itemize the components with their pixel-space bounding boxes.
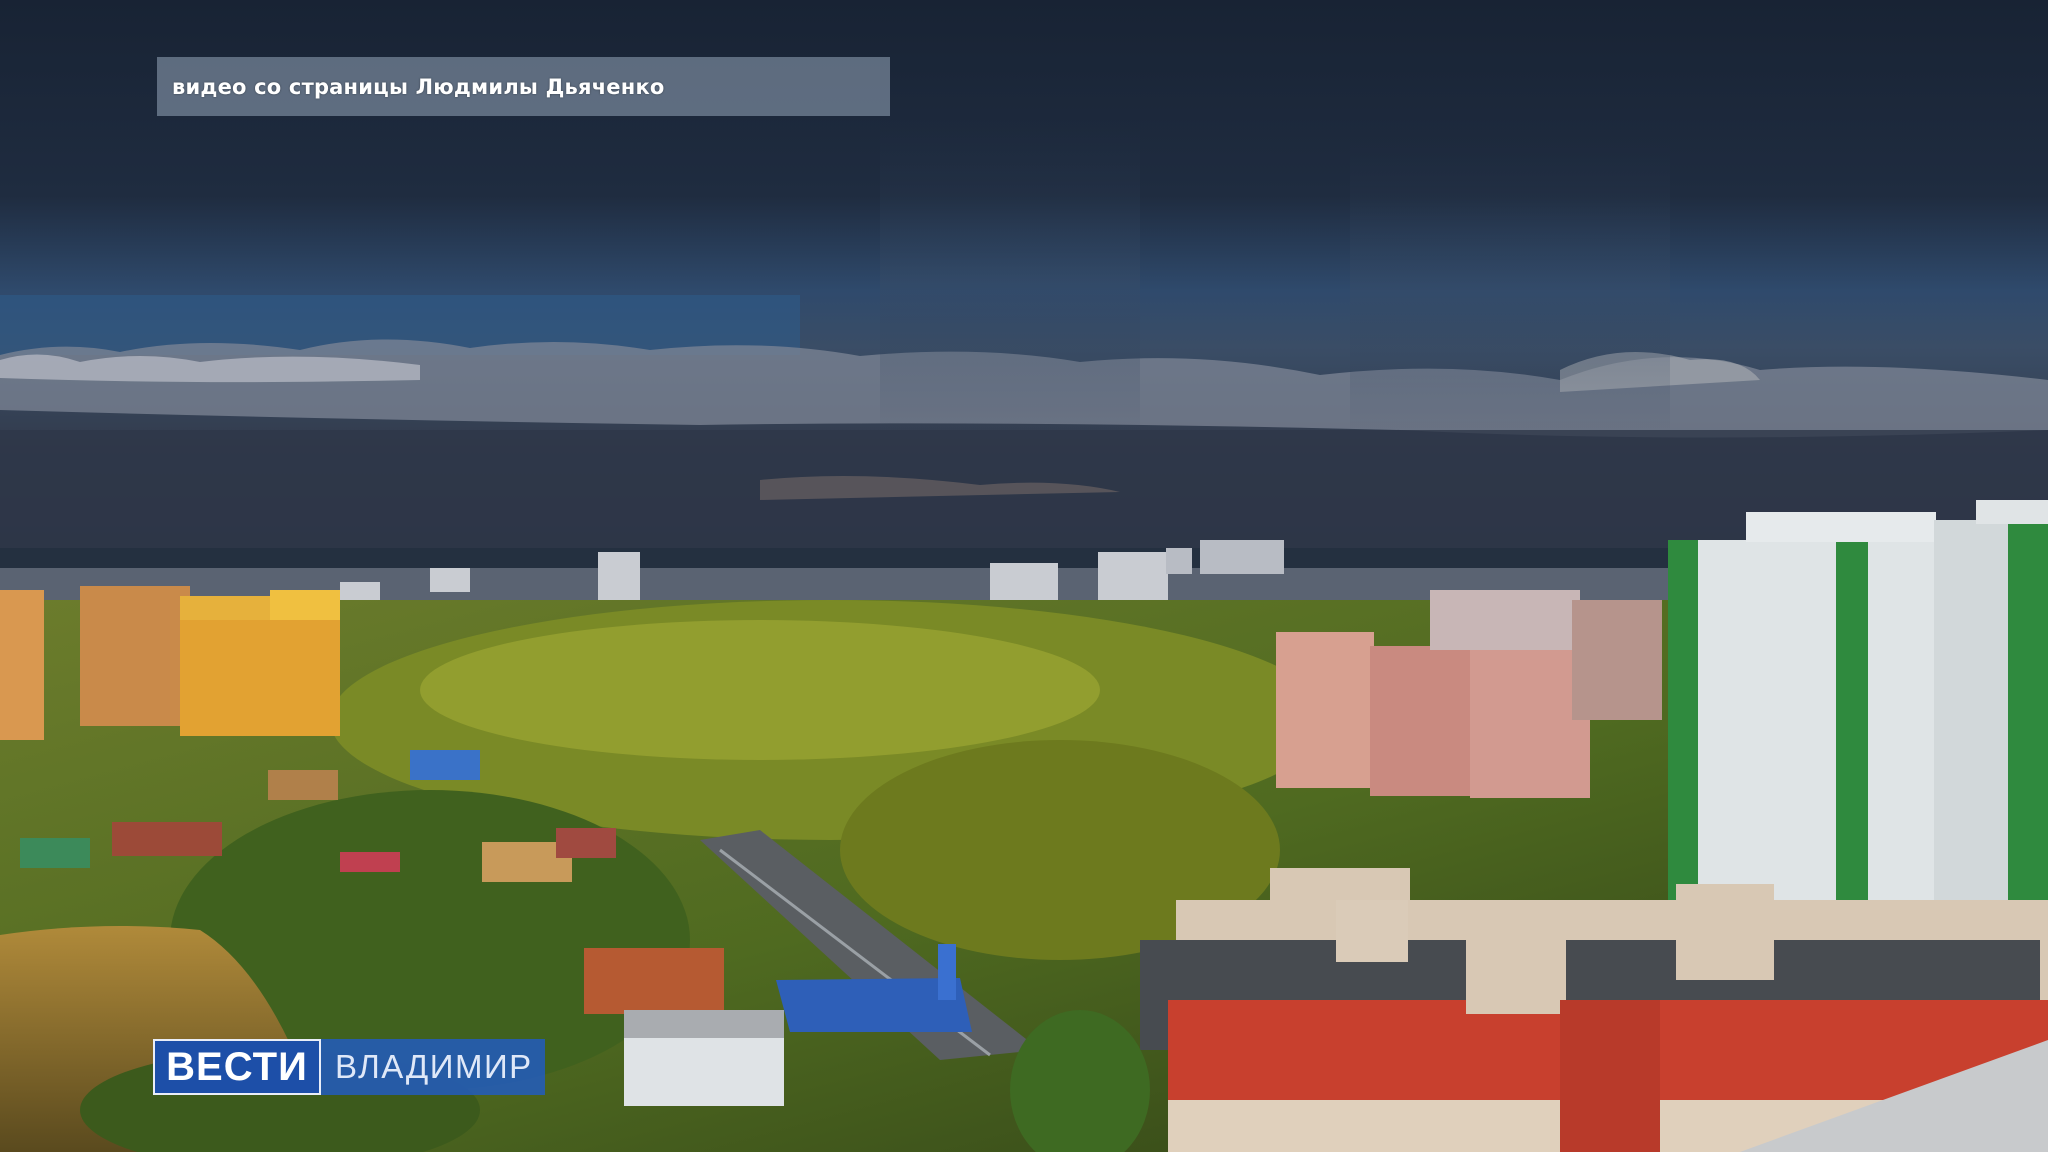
rain-curtain-2: [1350, 140, 1670, 440]
city-panorama-scene: [0, 0, 2048, 1152]
channel-logo: ВЕСТИ ВЛАДИМИР: [153, 1039, 545, 1095]
video-source-caption: видео со страницы Людмилы Дьяченко: [157, 57, 890, 116]
shop-building: [584, 948, 724, 1014]
rain-curtain-1: [880, 120, 1140, 440]
channel-logo-region-text: ВЛАДИМИР: [335, 1048, 533, 1085]
right-towers: [1668, 500, 2048, 940]
video-source-caption-text: видео со страницы Людмилы Дьяченко: [172, 74, 665, 99]
channel-logo-main: ВЕСТИ: [153, 1039, 321, 1095]
channel-logo-region: ВЛАДИМИР: [321, 1039, 545, 1095]
warehouse-roof: [624, 1010, 784, 1038]
gas-station-sign: [938, 944, 956, 1000]
channel-logo-main-text: ВЕСТИ: [166, 1044, 308, 1089]
forest-sunlit: [420, 620, 1100, 760]
